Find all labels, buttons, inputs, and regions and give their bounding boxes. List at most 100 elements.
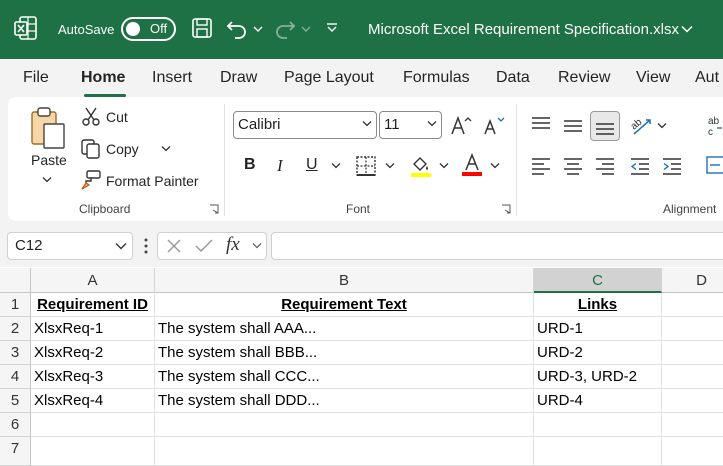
cell-d4[interactable]: [662, 365, 723, 389]
decrease-indent-icon[interactable]: [630, 157, 650, 175]
cell-b5[interactable]: The system shall DDD...: [155, 389, 534, 413]
cell-d3[interactable]: [662, 341, 723, 365]
copy-button[interactable]: Copy: [106, 141, 139, 157]
underline-button[interactable]: U: [306, 156, 318, 174]
font-color-icon[interactable]: [461, 153, 483, 177]
cut-button[interactable]: Cut: [106, 109, 128, 125]
column-header-b[interactable]: B: [155, 268, 534, 293]
cell-a1[interactable]: Requirement ID: [31, 293, 155, 317]
tab-formulas[interactable]: Formulas: [403, 69, 470, 87]
cell-a7[interactable]: [31, 437, 155, 466]
cancel-entry-icon[interactable]: [166, 238, 182, 254]
font-size-select[interactable]: 11: [379, 111, 442, 139]
cell-d5[interactable]: [662, 389, 723, 413]
cell-c5[interactable]: URD-4: [534, 389, 662, 413]
column-header-c[interactable]: C: [534, 268, 662, 293]
font-name-select[interactable]: Calibri: [233, 111, 377, 139]
align-bottom-button[interactable]: [590, 111, 620, 141]
cell-d2[interactable]: [662, 317, 723, 341]
undo-dropdown-chevron-icon[interactable]: [253, 25, 263, 33]
copy-dropdown-chevron-icon[interactable]: [161, 145, 171, 152]
insert-function-button[interactable]: fx: [226, 234, 240, 256]
align-top-icon[interactable]: [531, 116, 551, 132]
italic-button[interactable]: I: [277, 156, 283, 176]
cut-icon[interactable]: [82, 107, 100, 127]
cell-d7[interactable]: [662, 437, 723, 466]
wrap-text-icon[interactable]: ab c: [707, 114, 723, 138]
tab-view[interactable]: View: [636, 69, 670, 87]
cell-c6[interactable]: [534, 413, 662, 437]
cell-a2[interactable]: XlsxReq-1: [31, 317, 155, 341]
tab-file[interactable]: File: [23, 69, 49, 87]
clipboard-dialog-launcher-icon[interactable]: [209, 204, 219, 214]
row-header-4[interactable]: 4: [0, 365, 31, 389]
paste-dropdown-chevron-icon[interactable]: [42, 176, 52, 183]
column-header-d[interactable]: D: [662, 268, 723, 293]
cell-a5[interactable]: XlsxReq-4: [31, 389, 155, 413]
font-color-dropdown-chevron-icon[interactable]: [490, 162, 500, 169]
decrease-font-size-icon[interactable]: [483, 114, 505, 136]
name-box[interactable]: C12: [7, 232, 133, 260]
cell-c1[interactable]: Links: [534, 293, 662, 317]
fill-color-dropdown-chevron-icon[interactable]: [439, 162, 449, 169]
row-header-3[interactable]: 3: [0, 341, 31, 365]
column-header-a[interactable]: A: [31, 268, 155, 293]
cell-b6[interactable]: [155, 413, 534, 437]
align-left-icon[interactable]: [531, 157, 551, 175]
cell-b4[interactable]: The system shall CCC...: [155, 365, 534, 389]
formula-input[interactable]: [271, 232, 723, 260]
row-header-5[interactable]: 5: [0, 389, 31, 413]
tab-data[interactable]: Data: [496, 69, 530, 87]
borders-icon[interactable]: [355, 155, 377, 177]
cell-a3[interactable]: XlsxReq-2: [31, 341, 155, 365]
row-header-1[interactable]: 1: [0, 293, 31, 317]
cell-d6[interactable]: [662, 413, 723, 437]
increase-font-size-icon[interactable]: [450, 114, 472, 136]
formula-bar-options-icon[interactable]: [144, 238, 148, 254]
copy-icon[interactable]: [81, 139, 101, 159]
customize-toolbar-icon[interactable]: [326, 22, 338, 34]
insert-function-chevron-icon[interactable]: [252, 242, 262, 249]
cell-b2[interactable]: The system shall AAA...: [155, 317, 534, 341]
cell-d1[interactable]: [662, 293, 723, 317]
autosave-toggle[interactable]: Off: [121, 17, 176, 41]
row-header-6[interactable]: 6: [0, 413, 31, 437]
cell-b3[interactable]: The system shall BBB...: [155, 341, 534, 365]
cell-c2[interactable]: URD-1: [534, 317, 662, 341]
borders-dropdown-chevron-icon[interactable]: [385, 162, 395, 169]
tab-automate[interactable]: Aut: [695, 69, 719, 87]
merge-center-icon[interactable]: [706, 155, 723, 175]
row-header-7[interactable]: 7: [0, 437, 31, 466]
cell-c7[interactable]: [534, 437, 662, 466]
tab-home[interactable]: Home: [81, 69, 125, 87]
tab-review[interactable]: Review: [558, 69, 610, 87]
cell-c3[interactable]: URD-2: [534, 341, 662, 365]
font-dialog-launcher-icon[interactable]: [501, 204, 511, 214]
tab-draw[interactable]: Draw: [220, 69, 257, 87]
redo-dropdown-chevron-icon[interactable]: [301, 25, 311, 33]
increase-indent-icon[interactable]: [662, 157, 682, 175]
format-painter-button[interactable]: Format Painter: [106, 173, 199, 189]
bold-button[interactable]: B: [244, 156, 256, 174]
select-all-corner[interactable]: [0, 268, 31, 293]
orientation-dropdown-chevron-icon[interactable]: [657, 122, 667, 129]
format-painter-icon[interactable]: [80, 170, 102, 190]
fill-color-icon[interactable]: [410, 154, 432, 178]
underline-dropdown-chevron-icon[interactable]: [331, 162, 341, 169]
cell-b7[interactable]: [155, 437, 534, 466]
tab-page-layout[interactable]: Page Layout: [284, 69, 374, 87]
title-dropdown-chevron-icon[interactable]: [681, 25, 693, 33]
cell-c4[interactable]: URD-3, URD-2: [534, 365, 662, 389]
tab-insert[interactable]: Insert: [152, 69, 192, 87]
paste-button[interactable]: Paste: [31, 152, 67, 168]
paste-icon[interactable]: [30, 106, 68, 150]
confirm-entry-icon[interactable]: [195, 238, 213, 254]
redo-icon[interactable]: [274, 17, 296, 39]
orientation-icon[interactable]: ab: [630, 114, 654, 136]
align-center-icon[interactable]: [563, 157, 583, 175]
align-right-icon[interactable]: [595, 157, 615, 175]
cell-a6[interactable]: [31, 413, 155, 437]
align-middle-icon[interactable]: [563, 119, 583, 135]
save-icon[interactable]: [191, 17, 213, 39]
row-header-2[interactable]: 2: [0, 317, 31, 341]
